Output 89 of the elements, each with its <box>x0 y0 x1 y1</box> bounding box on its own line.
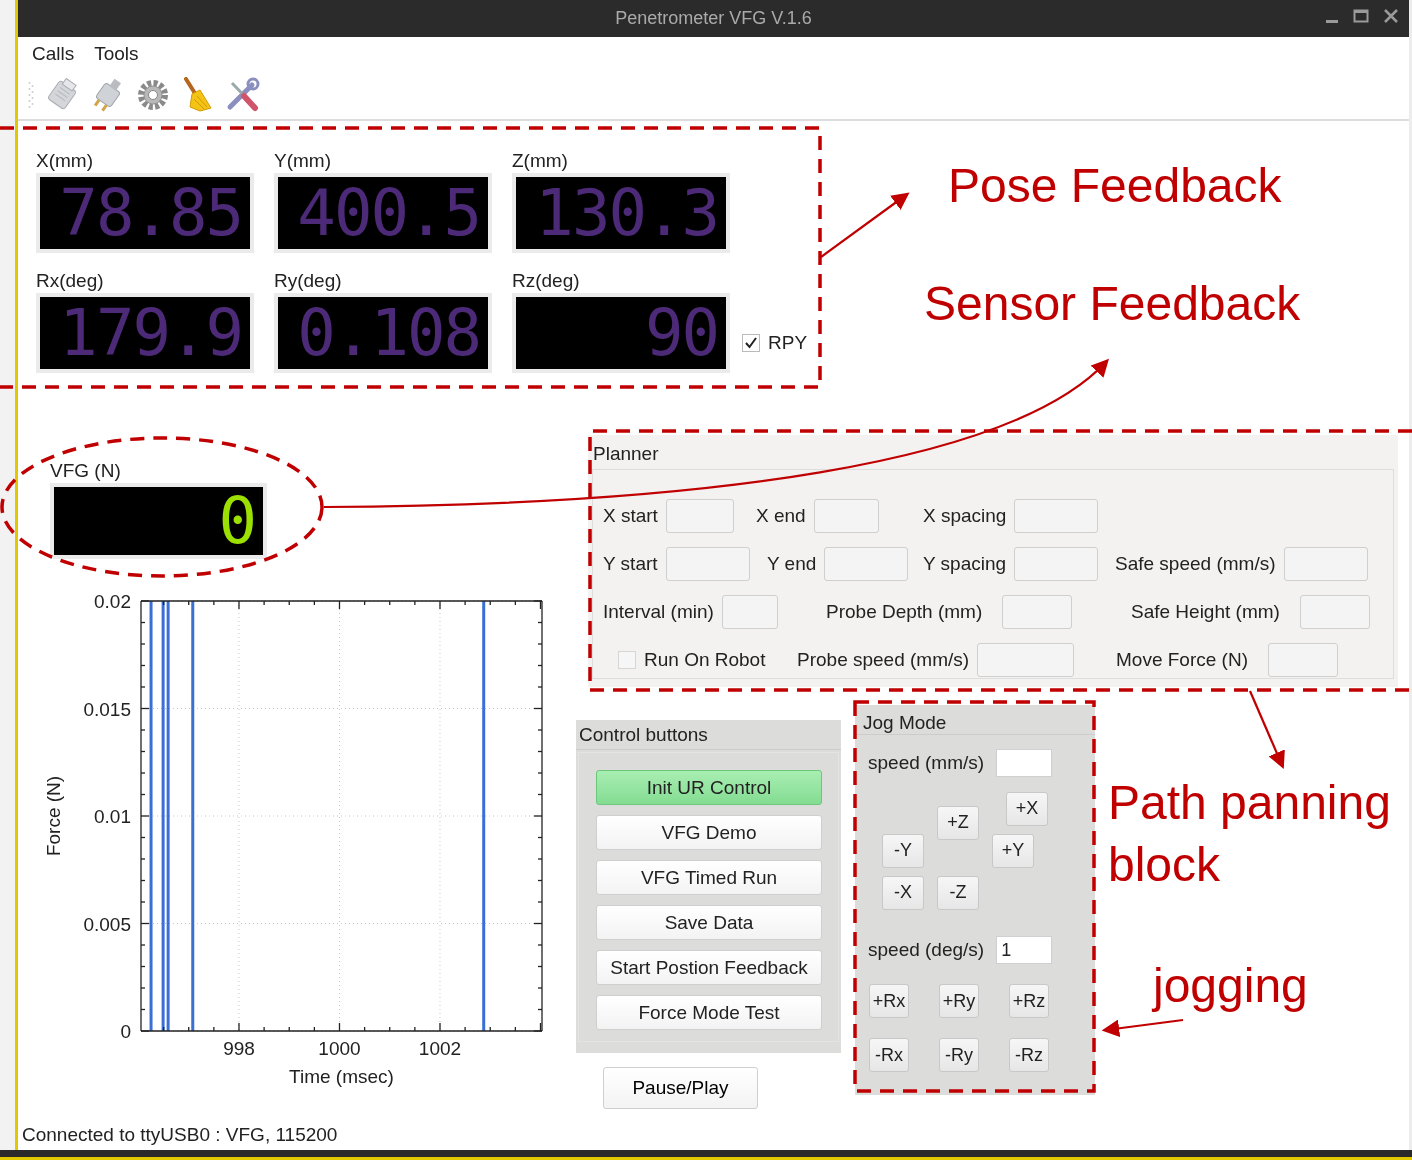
lcd-display: 90 <box>512 293 730 373</box>
jog-button[interactable]: -Rz <box>1009 1038 1049 1072</box>
field-label: Probe Depth (mm) <box>826 599 983 624</box>
jog-button[interactable]: -Ry <box>939 1038 979 1072</box>
jog-button[interactable]: -Z <box>937 875 979 910</box>
input-field[interactable] <box>996 749 1053 778</box>
field-label: X end <box>756 503 806 528</box>
input-field[interactable] <box>665 499 734 533</box>
pause-play-button[interactable]: Pause/Play <box>603 1067 758 1109</box>
jog-button[interactable]: +X <box>1006 791 1048 826</box>
check-icon <box>744 335 758 350</box>
readout-label: Ry(deg) <box>274 269 343 293</box>
control-button[interactable]: VFG Timed Run <box>596 860 822 895</box>
readout-label: Z(mm) <box>512 149 569 173</box>
axis-title: Time (msec) <box>289 1066 394 1087</box>
field-label: speed (mm/s) <box>868 751 985 775</box>
group-title: Planner <box>592 442 660 466</box>
readout-label: Rz(deg) <box>512 269 581 293</box>
field-label: Move Force (N) <box>1116 647 1248 672</box>
field-label: Y spacing <box>923 551 1007 576</box>
field-label: Interval (min) <box>603 599 714 624</box>
tick-label: 1000 <box>318 1038 361 1059</box>
jog-button[interactable]: +Ry <box>939 984 979 1018</box>
readout-label: X(mm) <box>36 149 94 173</box>
menu-item[interactable]: Tools <box>94 39 139 69</box>
input-field[interactable] <box>977 643 1075 677</box>
annotation-label: Pose Feedback <box>948 158 1282 214</box>
tick-label: 998 <box>223 1038 255 1059</box>
lcd-display: 400.5 <box>274 173 492 253</box>
lcd-display: 0.108 <box>274 293 492 373</box>
jog-button[interactable]: +Y <box>992 833 1034 868</box>
annotation-label: jogging <box>1153 958 1308 1014</box>
menu-item[interactable]: Calls <box>32 39 75 69</box>
tick-label: 0.02 <box>94 591 131 612</box>
gear-icon[interactable] <box>136 78 170 112</box>
window-title: Penetrometer VFG V.1.6 <box>615 7 812 30</box>
tick-label: 0.01 <box>94 806 131 827</box>
lcd-display: 179.9 <box>36 293 254 373</box>
field-label: Probe speed (mm/s) <box>797 647 970 672</box>
grip-icon[interactable] <box>28 80 34 110</box>
lcd-display: 78.85 <box>36 173 254 253</box>
group-title: Jog Mode <box>855 705 1095 735</box>
field-label: Y end <box>767 551 817 576</box>
tick-label: 0.015 <box>83 698 131 720</box>
jog-button[interactable]: +Rx <box>869 984 909 1018</box>
field-label: Safe speed (mm/s) <box>1115 551 1276 576</box>
annotation-label: Path panning block <box>1108 775 1392 894</box>
tick-label: 0 <box>120 1021 131 1042</box>
lcd-display: 130.3 <box>512 173 730 253</box>
readout-label: VFG (N) <box>50 459 122 483</box>
tick-label: 1002 <box>418 1038 462 1059</box>
input-field[interactable] <box>1014 547 1099 581</box>
readout-label: Y(mm) <box>274 149 332 173</box>
group-title: Control buttons <box>576 720 841 750</box>
input-field[interactable] <box>1283 547 1368 581</box>
field-label: Safe Height (mm) <box>1131 599 1280 624</box>
maximize-icon[interactable] <box>1353 8 1369 24</box>
input-field[interactable] <box>824 547 909 581</box>
run-on-robot-checkbox[interactable]: Run On Robot <box>618 645 766 675</box>
close-icon[interactable] <box>1383 8 1399 24</box>
input-field[interactable] <box>665 547 750 581</box>
status-text: Connected to ttyUSB0 : VFG, 115200 <box>21 1123 339 1147</box>
input-field[interactable] <box>721 595 778 629</box>
jog-button[interactable]: -X <box>882 875 924 910</box>
control-button[interactable]: VFG Demo <box>596 815 822 850</box>
rpy-checkbox[interactable]: RPY <box>742 328 808 357</box>
jog-button[interactable]: -Y <box>882 833 924 868</box>
tick-label: 0.005 <box>83 913 131 935</box>
control-button[interactable]: Init UR Control <box>596 770 822 805</box>
jog-button[interactable]: -Rx <box>869 1038 909 1072</box>
field-label: speed (deg/s) <box>868 937 985 962</box>
input-field[interactable] <box>813 499 879 533</box>
field-label: Y start <box>603 551 658 576</box>
input-field[interactable] <box>1002 595 1073 629</box>
input-field[interactable] <box>1014 499 1099 533</box>
jog-button[interactable]: +Z <box>937 805 979 840</box>
jog-button[interactable]: +Rz <box>1009 984 1049 1018</box>
axis-title: Force (N) <box>43 775 64 857</box>
field-label: X start <box>603 503 658 528</box>
input-field[interactable] <box>1267 643 1338 677</box>
control-button[interactable]: Start Postion Feedback <box>596 950 822 985</box>
input-field[interactable]: 1 <box>996 935 1053 964</box>
control-button[interactable]: Save Data <box>596 905 822 940</box>
readout-label: Rx(deg) <box>36 269 105 293</box>
lcd-display: 0 <box>50 483 267 559</box>
field-label: X spacing <box>923 503 1007 528</box>
annotation-label: Sensor Feedback <box>924 276 1301 332</box>
control-button[interactable]: Force Mode Test <box>596 995 822 1030</box>
input-field[interactable] <box>1299 595 1370 629</box>
